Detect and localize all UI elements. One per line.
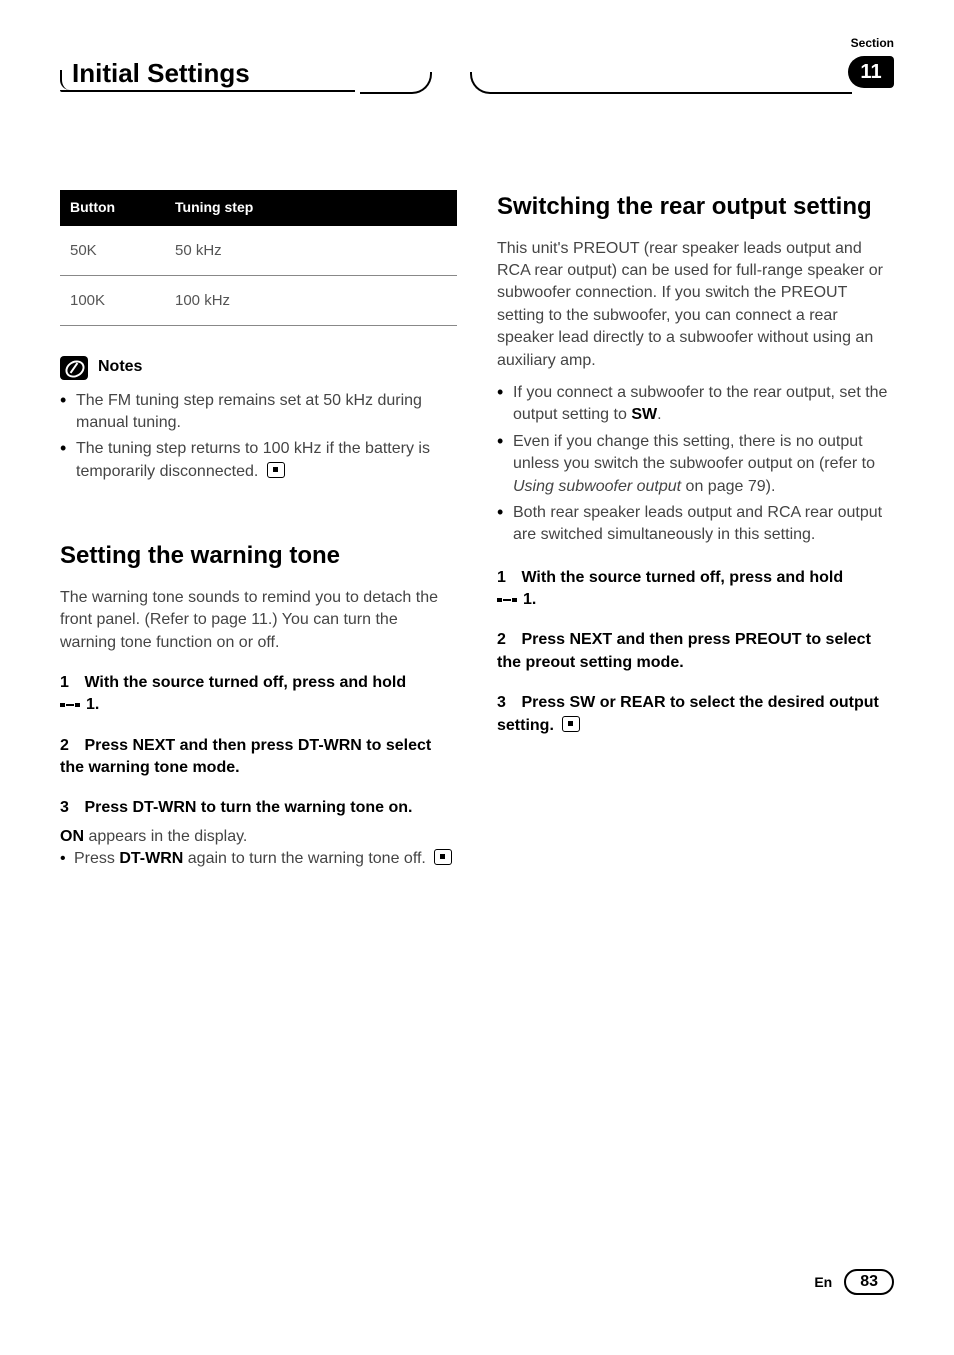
header-rule-right xyxy=(470,72,852,94)
language-code: En xyxy=(814,1274,832,1290)
result-text: appears in the display. xyxy=(84,828,247,845)
bullet-text: Even if you change this setting, there i… xyxy=(513,433,875,472)
step-text-part: Press xyxy=(521,694,569,711)
table-row: 100K 100 kHz xyxy=(60,275,457,325)
bullet-text: on page 79). xyxy=(681,478,775,495)
table-header-button: Button xyxy=(60,190,165,226)
step-text-part: Press xyxy=(521,631,569,648)
step-number: 1 xyxy=(60,672,80,694)
right-column: Switching the rear output setting This u… xyxy=(497,190,894,871)
step-text-part: and then press xyxy=(175,737,298,754)
step-3-sub: Press DT-WRN again to turn the warning t… xyxy=(60,848,457,870)
step-text-part: or xyxy=(595,694,620,711)
slider-icon xyxy=(497,595,521,605)
step-text-part: 1 xyxy=(523,591,532,608)
table-header-tuning: Tuning step xyxy=(165,190,457,226)
step-text-part: . xyxy=(95,696,99,713)
cell-step: 100 kHz xyxy=(165,275,457,325)
step-text: Press NEXT and then press PREOUT to sele… xyxy=(497,631,871,670)
step-text-part: Press xyxy=(84,799,132,816)
step-number: 1 xyxy=(497,567,517,589)
table-row: 50K 50 kHz xyxy=(60,226,457,276)
slider-icon xyxy=(60,700,84,710)
list-item: Even if you change this setting, there i… xyxy=(497,431,894,498)
header-rule-left xyxy=(60,90,355,92)
end-of-section-icon xyxy=(562,716,580,732)
left-column: Button Tuning step 50K 50 kHz 100K 100 k… xyxy=(60,190,457,871)
content-columns: Button Tuning step 50K 50 kHz 100K 100 k… xyxy=(60,190,894,871)
note-item: The tuning step returns to 100 kHz if th… xyxy=(60,438,457,483)
step-text: Press SW or REAR to select the desired o… xyxy=(497,694,879,733)
list-item: Both rear speaker leads output and RCA r… xyxy=(497,502,894,547)
step-1: 1 With the source turned off, press and … xyxy=(497,567,894,612)
pencil-note-icon xyxy=(60,356,88,380)
cell-button: 50K xyxy=(60,226,165,276)
notes-heading: Notes xyxy=(60,356,457,380)
end-of-section-icon xyxy=(434,849,452,865)
button-label: PREOUT xyxy=(735,631,802,648)
section-number-badge: 11 xyxy=(848,56,894,88)
note-item: The FM tuning step remains set at 50 kHz… xyxy=(60,390,457,435)
tuning-step-table: Button Tuning step 50K 50 kHz 100K 100 k… xyxy=(60,190,457,326)
step-text: Press DT-WRN to turn the warning tone on… xyxy=(84,799,412,816)
button-label: DT-WRN xyxy=(298,737,362,754)
header-rule-left-curve xyxy=(360,72,432,94)
section-heading-warning-tone: Setting the warning tone xyxy=(60,539,457,573)
bullet-text: . xyxy=(657,406,661,423)
cross-ref: Using subwoofer output xyxy=(513,478,681,495)
step-number: 2 xyxy=(497,629,517,651)
notes-list: The FM tuning step remains set at 50 kHz… xyxy=(60,390,457,484)
table-header-row: Button Tuning step xyxy=(60,190,457,226)
end-of-section-icon xyxy=(267,462,285,478)
button-label: SW xyxy=(570,694,596,711)
notes-title: Notes xyxy=(98,356,142,378)
step-2: 2 Press NEXT and then press PREOUT to se… xyxy=(497,629,894,674)
step-1: 1 With the source turned off, press and … xyxy=(60,672,457,717)
step-3: 3 Press SW or REAR to select the desired… xyxy=(497,692,894,737)
sub-text: Press xyxy=(74,850,119,867)
step-number: 3 xyxy=(497,692,517,714)
button-label: DT-WRN xyxy=(119,850,183,867)
step-text-part: Press xyxy=(84,737,132,754)
step-text: With the source turned off, press and ho… xyxy=(497,569,843,608)
section-label: Section xyxy=(851,36,894,50)
step-text-part: With the source turned off, press and ho… xyxy=(521,569,843,586)
step-3-result: ON appears in the display. xyxy=(60,826,457,848)
step-text-part: to turn the warning tone on. xyxy=(196,799,412,816)
section-heading-rear-output: Switching the rear output setting xyxy=(497,190,894,224)
bullet-text: If you connect a subwoofer to the rear o… xyxy=(513,384,887,423)
note-text: The tuning step returns to 100 kHz if th… xyxy=(76,440,430,479)
step-text-part: and then press xyxy=(612,631,735,648)
page-header: Initial Settings 11 xyxy=(60,58,894,94)
cell-button: 100K xyxy=(60,275,165,325)
button-label: NEXT xyxy=(570,631,613,648)
step-number: 2 xyxy=(60,735,80,757)
step-2: 2 Press NEXT and then press DT-WRN to se… xyxy=(60,735,457,780)
step-text: With the source turned off, press and ho… xyxy=(60,674,406,713)
step-text-part: With the source turned off, press and ho… xyxy=(84,674,406,691)
button-label: SW xyxy=(631,406,657,423)
step-text-part: . xyxy=(532,591,536,608)
button-label: DT-WRN xyxy=(133,799,197,816)
cell-step: 50 kHz xyxy=(165,226,457,276)
on-label: ON xyxy=(60,828,84,845)
button-label: NEXT xyxy=(133,737,176,754)
rear-output-bullets: If you connect a subwoofer to the rear o… xyxy=(497,382,894,547)
button-label: REAR xyxy=(620,694,665,711)
step-text-part: 1 xyxy=(86,696,95,713)
list-item: If you connect a subwoofer to the rear o… xyxy=(497,382,894,427)
rear-output-intro: This unit's PREOUT (rear speaker leads o… xyxy=(497,238,894,372)
step-text: Press NEXT and then press DT-WRN to sele… xyxy=(60,737,431,776)
page-number: 83 xyxy=(844,1269,894,1295)
step-number: 3 xyxy=(60,797,80,819)
step-3: 3 Press DT-WRN to turn the warning tone … xyxy=(60,797,457,819)
sub-text: again to turn the warning tone off. xyxy=(183,850,426,867)
manual-page: Section Initial Settings 11 Button Tunin… xyxy=(0,0,954,1355)
page-title: Initial Settings xyxy=(60,58,250,89)
warning-tone-intro: The warning tone sounds to remind you to… xyxy=(60,587,457,654)
page-footer: En 83 xyxy=(814,1269,894,1295)
